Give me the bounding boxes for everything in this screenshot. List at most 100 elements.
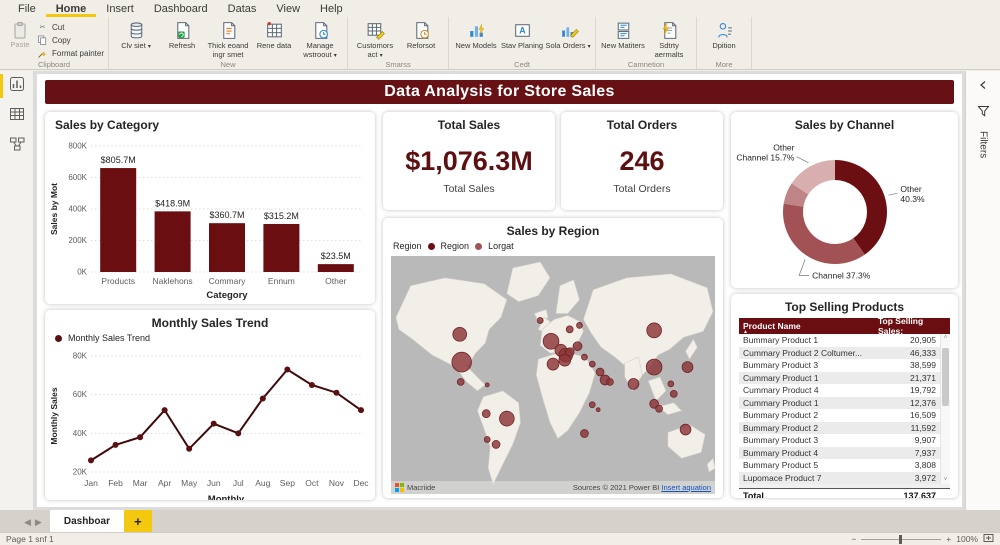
menu-item-file[interactable]: File bbox=[8, 0, 46, 17]
table-row[interactable]: Cummary Product 4 19,792 bbox=[739, 384, 950, 397]
map-bubble-31[interactable] bbox=[499, 410, 515, 427]
map-bubble-1[interactable] bbox=[451, 351, 472, 373]
map-bubble-34[interactable] bbox=[491, 440, 501, 449]
map-bubble-15[interactable] bbox=[588, 360, 596, 368]
map-bubble-0[interactable] bbox=[452, 327, 467, 342]
point-dec[interactable] bbox=[358, 407, 364, 414]
map-bubble-22[interactable] bbox=[667, 380, 675, 388]
menu-item-home[interactable]: Home bbox=[45, 0, 97, 17]
add-page-button[interactable]: + bbox=[123, 510, 152, 532]
point-feb[interactable] bbox=[112, 441, 119, 448]
map-bubble-20[interactable] bbox=[645, 358, 663, 376]
donut-slice-0[interactable] bbox=[835, 160, 887, 255]
point-mar[interactable] bbox=[137, 434, 144, 441]
sales-by-region-card[interactable]: Sales by Region Region Region Lorgat Mac… bbox=[383, 218, 723, 498]
manage-wstroout-button[interactable]: Manage wstroout ▾ bbox=[297, 19, 343, 60]
map-bubble-16[interactable] bbox=[595, 367, 605, 377]
point-jan[interactable] bbox=[88, 457, 94, 464]
table-row[interactable]: Lupomace Product 7 3,972 bbox=[739, 471, 950, 484]
tab-dashboard[interactable]: Dashboar bbox=[49, 510, 124, 532]
point-jul[interactable] bbox=[235, 430, 242, 437]
menu-item-datas[interactable]: Datas bbox=[218, 0, 267, 17]
point-jun[interactable] bbox=[210, 420, 217, 427]
map-bubble-33[interactable] bbox=[483, 436, 491, 443]
table-row[interactable]: Bummary Product 4 7,937 bbox=[739, 446, 950, 459]
customors-act-button[interactable]: Customors act ▾ bbox=[352, 19, 398, 60]
map-bubble-9[interactable] bbox=[558, 353, 572, 367]
map-bubble-26[interactable] bbox=[669, 389, 678, 398]
sales-by-channel-chart[interactable]: Other40.3%Channel 37.3%OtherChannel 15.7… bbox=[731, 134, 958, 286]
prev-page-arrow-icon[interactable]: ◀ bbox=[24, 517, 31, 528]
top-selling-products-card[interactable]: Top Selling Products Product Name Top Se… bbox=[731, 294, 958, 498]
table-row[interactable]: Bummary Product 3 38,599 bbox=[739, 359, 950, 372]
filters-panel-title[interactable]: Filters bbox=[978, 131, 989, 158]
menu-item-help[interactable]: Help bbox=[310, 0, 353, 17]
map-attribution-link[interactable]: Insert aquation bbox=[661, 483, 711, 492]
map-bubble-30[interactable] bbox=[595, 407, 601, 413]
thick-eoand-ingr-smet-button[interactable]: Thick eoand ingr smet bbox=[205, 19, 251, 59]
format-painter-button[interactable]: Format painter bbox=[36, 47, 104, 59]
sola-orders-button[interactable]: Sola Orders ▾ bbox=[545, 19, 591, 57]
table-header[interactable]: Product Name Top Selling Sales: ▲ bbox=[739, 316, 950, 336]
map-bubble-29[interactable] bbox=[588, 401, 596, 409]
map-bubble-25[interactable] bbox=[655, 404, 663, 413]
map-bubble-27[interactable] bbox=[679, 423, 692, 436]
dpition-button[interactable]: Dpition bbox=[701, 19, 747, 57]
monthly-sales-trend-chart[interactable]: 20K 40K 60K 80K Jan Feb Mar Apr May Jun Jul Aug Sep O… bbox=[45, 346, 375, 501]
map-bubble-4[interactable] bbox=[536, 317, 544, 324]
sidebar-item-model-view[interactable] bbox=[0, 131, 33, 161]
bar-commary[interactable] bbox=[209, 223, 245, 272]
fit-to-page-icon[interactable] bbox=[983, 533, 994, 545]
bar-naklehons[interactable] bbox=[154, 211, 191, 272]
copy-button[interactable]: Copy bbox=[36, 34, 104, 46]
point-sep[interactable] bbox=[284, 366, 291, 373]
table-row[interactable]: Cummary Product 1 12,376 bbox=[739, 396, 950, 409]
zoom-in-button[interactable]: + bbox=[946, 534, 951, 544]
map-bubble-3[interactable] bbox=[484, 382, 490, 388]
bar-other[interactable] bbox=[317, 264, 354, 272]
zoom-level[interactable]: 100% bbox=[956, 534, 978, 544]
table-row[interactable]: Bummary Product 3 9,907 bbox=[739, 434, 950, 447]
sales-by-channel-card[interactable]: Sales by Channel Other 40.3% Channel 37.3%… bbox=[731, 112, 958, 288]
scroll-up-icon[interactable]: ˄ bbox=[941, 335, 950, 341]
table-row[interactable]: Bummary Product 2 11,592 bbox=[739, 421, 950, 434]
table-row[interactable]: Bummary Product 5 3,808 bbox=[739, 459, 950, 472]
menu-item-view[interactable]: View bbox=[266, 0, 310, 17]
menu-item-dashboard[interactable]: Dashboard bbox=[144, 0, 218, 17]
rene-data-button[interactable]: Rene data bbox=[251, 19, 297, 57]
world-map[interactable]: Macriide Sources © 2021 Power BI Insert … bbox=[391, 256, 716, 494]
new-matiters-button[interactable]: New Matiters bbox=[600, 19, 646, 57]
donut-slice-1[interactable] bbox=[783, 203, 865, 264]
reforsot-button[interactable]: Reforsot bbox=[398, 19, 444, 57]
map-bubble-32[interactable] bbox=[481, 409, 491, 419]
map-bubble-10[interactable] bbox=[572, 341, 583, 352]
zoom-slider-thumb[interactable] bbox=[899, 534, 903, 544]
table-row[interactable]: Cummary Product 1 21,371 bbox=[739, 371, 950, 384]
col-product-name[interactable]: Product Name bbox=[739, 321, 876, 331]
sidebar-item-report-view[interactable] bbox=[0, 71, 33, 101]
refresh-button[interactable]: Refresh bbox=[159, 19, 205, 57]
map-bubble-2[interactable] bbox=[456, 378, 465, 386]
paste-button[interactable]: Paste bbox=[4, 19, 36, 57]
clv-siet-button[interactable]: Clv siet ▾ bbox=[113, 19, 159, 57]
col-top-selling-sales[interactable]: Top Selling Sales: bbox=[876, 316, 950, 336]
next-page-arrow-icon[interactable]: ▶ bbox=[35, 517, 42, 528]
point-may[interactable] bbox=[186, 445, 193, 452]
bar-ennum[interactable] bbox=[263, 223, 300, 272]
table-scrollbar[interactable]: ˄ ˅ bbox=[940, 334, 950, 484]
point-aug[interactable] bbox=[259, 395, 266, 402]
map-bubble-13[interactable] bbox=[581, 353, 588, 361]
map-bubble-21[interactable] bbox=[681, 361, 694, 373]
new-models-button[interactable]: New Models bbox=[453, 19, 499, 57]
point-nov[interactable] bbox=[333, 389, 340, 396]
point-oct[interactable] bbox=[308, 382, 315, 388]
sales-by-category-card[interactable]: Sales by Category 0K 200K 400K 600K 800K $805… bbox=[45, 112, 375, 304]
zoom-out-button[interactable]: − bbox=[851, 534, 856, 544]
cut-button[interactable]: ✂ Cut bbox=[36, 21, 104, 33]
map-bubble-11[interactable] bbox=[565, 325, 574, 334]
sales-by-category-chart[interactable]: 0K 200K 400K 600K 800K $805.7M Products $418.9M… bbox=[45, 132, 375, 302]
monthly-sales-trend-card[interactable]: Monthly Sales Trend Monthly Sales Trend … bbox=[45, 310, 375, 500]
map-bubble-12[interactable] bbox=[576, 322, 583, 329]
map-bubble-19[interactable] bbox=[646, 322, 662, 339]
expand-panel-chevron-icon[interactable] bbox=[978, 77, 988, 95]
